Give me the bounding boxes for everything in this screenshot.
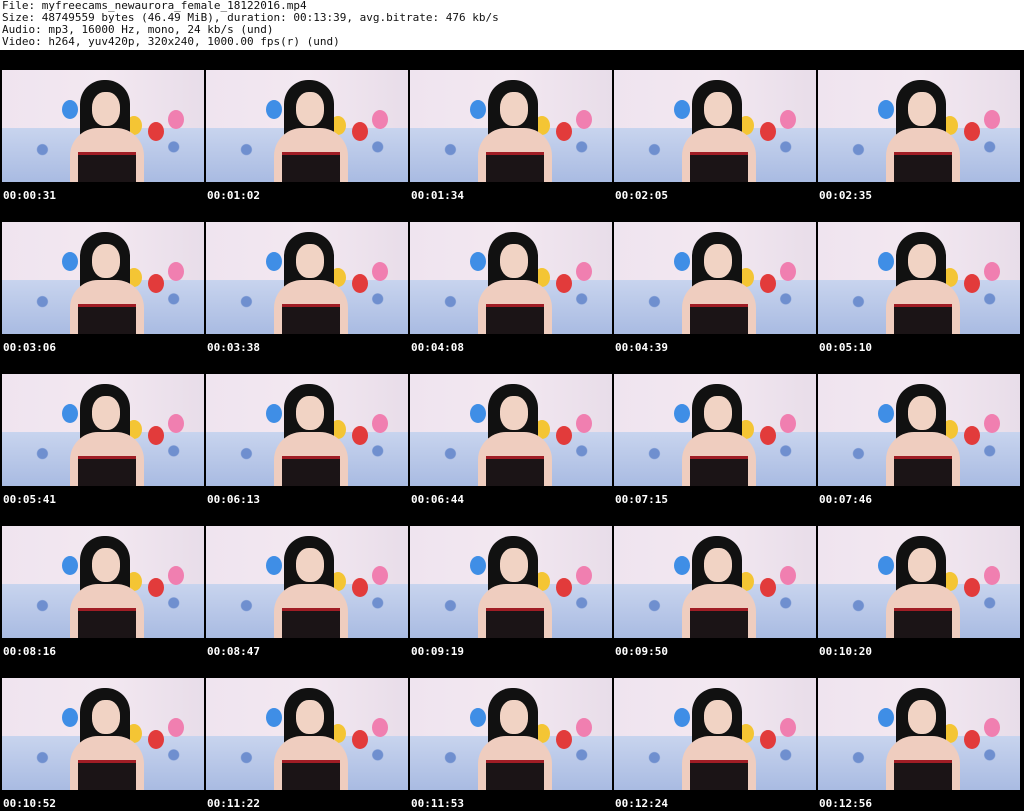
video-frame-thumbnail [818,70,1020,182]
thumbnail-cell: 00:09:19 [408,506,612,658]
thumbnail-cell: 00:02:05 [612,50,816,202]
thumbnail-cell: 00:11:22 [204,658,408,810]
thumbnail-cell: 00:00:31 [0,50,204,202]
thumbnail-cell: 00:05:10 [816,202,1020,354]
video-frame-thumbnail [410,222,612,334]
video-frame-thumbnail [614,222,816,334]
thumbnail-timestamp: 00:08:16 [3,645,56,658]
thumbnail-timestamp: 00:04:08 [411,341,464,354]
thumbnail-cell: 00:08:47 [204,506,408,658]
video-frame-thumbnail [614,526,816,638]
video-frame-thumbnail [206,526,408,638]
thumbnail-cell: 00:04:08 [408,202,612,354]
thumbnail-timestamp: 00:11:53 [411,797,464,810]
video-frame-thumbnail [206,678,408,790]
thumbnail-timestamp: 00:02:35 [819,189,872,202]
thumbnail-cell: 00:08:16 [0,506,204,658]
thumbnail-cell: 00:12:56 [816,658,1020,810]
video-frame-thumbnail [614,70,816,182]
file-info-header: File: myfreecams_newaurora_female_181220… [2,0,1022,50]
video-frame-thumbnail [410,678,612,790]
thumbnail-cell: 00:05:41 [0,354,204,506]
thumbnail-cell: 00:10:20 [816,506,1020,658]
thumbnail-timestamp: 00:10:52 [3,797,56,810]
thumbnail-timestamp: 00:01:34 [411,189,464,202]
thumbnail-timestamp: 00:07:15 [615,493,668,506]
thumbnail-timestamp: 00:05:41 [3,493,56,506]
thumbnail-timestamp: 00:12:24 [615,797,668,810]
thumbnail-timestamp: 00:02:05 [615,189,668,202]
thumbnail-cell: 00:09:50 [612,506,816,658]
video-info-line: Video: h264, yuv420p, 320x240, 1000.00 f… [2,35,340,48]
thumbnail-timestamp: 00:11:22 [207,797,260,810]
thumbnail-timestamp: 00:01:02 [207,189,260,202]
video-frame-thumbnail [206,222,408,334]
video-frame-thumbnail [2,70,204,182]
thumbnail-cell: 00:01:34 [408,50,612,202]
thumbnail-cell: 00:03:38 [204,202,408,354]
thumbnail-cell: 00:06:44 [408,354,612,506]
video-frame-thumbnail [410,374,612,486]
thumbnail-cell: 00:04:39 [612,202,816,354]
video-frame-thumbnail [2,526,204,638]
video-frame-thumbnail [818,222,1020,334]
thumbnail-cell: 00:06:13 [204,354,408,506]
thumbnail-cell: 00:07:15 [612,354,816,506]
video-frame-thumbnail [206,374,408,486]
video-frame-thumbnail [614,374,816,486]
video-frame-thumbnail [410,70,612,182]
thumbnail-timestamp: 00:05:10 [819,341,872,354]
thumbnail-timestamp: 00:08:47 [207,645,260,658]
video-frame-thumbnail [818,374,1020,486]
video-frame-thumbnail [2,374,204,486]
thumbnail-timestamp: 00:04:39 [615,341,668,354]
thumbnail-timestamp: 00:09:19 [411,645,464,658]
video-frame-thumbnail [2,222,204,334]
thumbnail-timestamp: 00:10:20 [819,645,872,658]
thumbnail-timestamp: 00:03:06 [3,341,56,354]
thumbnail-cell: 00:02:35 [816,50,1020,202]
video-frame-thumbnail [2,678,204,790]
thumbnail-cell: 00:01:02 [204,50,408,202]
thumbnail-grid: 00:00:31 00:01:02 00:01:34 00:02:05 00:02:35… [0,50,1024,811]
thumbnail-cell: 00:11:53 [408,658,612,810]
video-frame-thumbnail [818,526,1020,638]
video-frame-thumbnail [614,678,816,790]
thumbnail-cell: 00:03:06 [0,202,204,354]
thumbnail-cell: 00:07:46 [816,354,1020,506]
thumbnail-timestamp: 00:00:31 [3,189,56,202]
thumbnail-timestamp: 00:09:50 [615,645,668,658]
video-frame-thumbnail [206,70,408,182]
thumbnail-cell: 00:10:52 [0,658,204,810]
thumbnail-timestamp: 00:12:56 [819,797,872,810]
thumbnail-timestamp: 00:06:13 [207,493,260,506]
video-frame-thumbnail [818,678,1020,790]
thumbnail-timestamp: 00:03:38 [207,341,260,354]
thumbnail-timestamp: 00:06:44 [411,493,464,506]
video-frame-thumbnail [410,526,612,638]
thumbnail-cell: 00:12:24 [612,658,816,810]
thumbnail-timestamp: 00:07:46 [819,493,872,506]
